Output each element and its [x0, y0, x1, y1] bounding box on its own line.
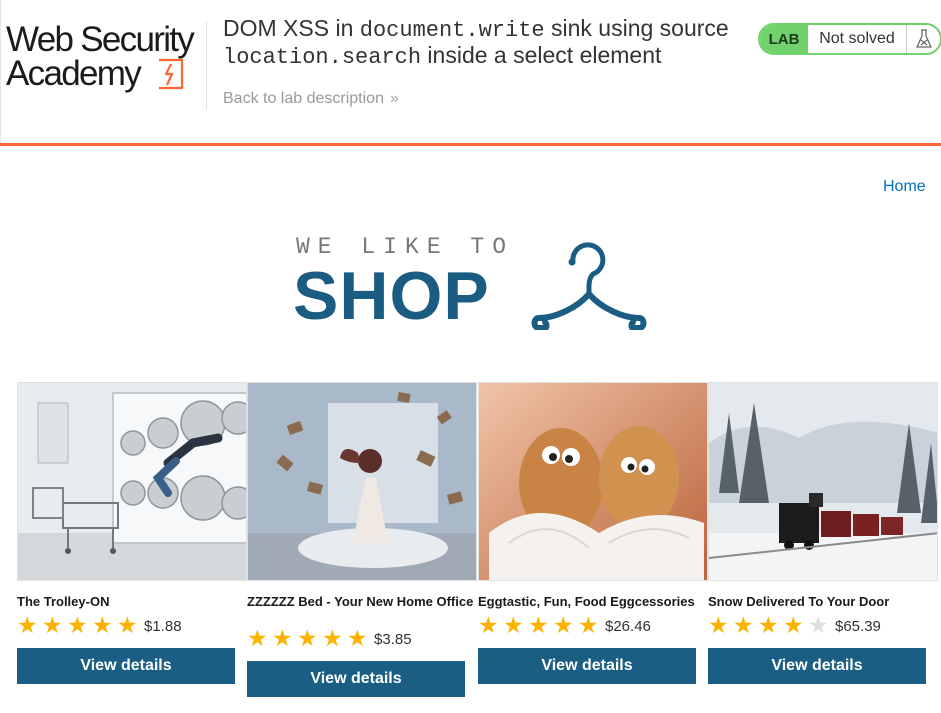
- hanger-icon: [531, 242, 647, 330]
- header-accent-rule: [0, 143, 941, 146]
- header-divider: [206, 22, 207, 110]
- star-rating: ★ ★ ★ ★ ★: [17, 612, 142, 638]
- star-icon: ★: [578, 612, 599, 638]
- product-image-bed[interactable]: [247, 382, 477, 581]
- web-security-academy-logo[interactable]: Web Security Academy: [6, 22, 206, 94]
- star-rating: ★ ★ ★ ★ ★: [708, 612, 833, 638]
- product-image-trolley[interactable]: [17, 382, 247, 581]
- lab-badge: LAB: [760, 25, 808, 53]
- lab-title-code-1: document.write: [359, 18, 545, 43]
- star-icon: ★: [733, 612, 754, 638]
- lab-title: DOM XSS in document.write sink using sou…: [223, 15, 753, 71]
- product-card: ZZZZZZ Bed - Your New Home Office ★ ★ ★ ★ ★ …: [247, 382, 477, 697]
- back-link-label: Back to lab description: [223, 90, 384, 107]
- view-details-button[interactable]: View details: [247, 661, 465, 697]
- lab-status-widget: LAB Not solved: [758, 23, 941, 55]
- lab-title-text-1: DOM XSS in: [223, 15, 360, 41]
- star-icon: ★: [708, 612, 729, 638]
- lab-title-text-3: inside a select element: [421, 42, 662, 68]
- product-image-eggs[interactable]: [478, 382, 708, 581]
- academy-header: Web Security Academy DOM XSS in document…: [0, 0, 941, 143]
- star-rating: ★ ★ ★ ★ ★: [247, 625, 372, 651]
- product-name: Eggtastic, Fun, Food Eggcessories: [478, 594, 695, 609]
- star-icon: ★: [347, 625, 368, 651]
- product-name: Snow Delivered To Your Door: [708, 594, 890, 609]
- product-name: The Trolley-ON: [17, 594, 110, 609]
- lightning-bracket-icon: [159, 58, 184, 90]
- product-rating-row: ★ ★ ★ ★ ★ $65.39: [708, 612, 938, 638]
- star-icon: ★: [117, 612, 138, 638]
- product-rating-row: ★ ★ ★ ★ ★ $26.46: [478, 612, 708, 638]
- star-empty-icon: ★: [808, 612, 829, 638]
- logo-line-1: Web Security: [6, 20, 195, 59]
- product-price: $1.88: [144, 618, 182, 635]
- shop-banner: WE LIKE TO SHOP: [293, 234, 656, 334]
- product-card: Snow Delivered To Your Door ★ ★ ★ ★ ★ $65.39…: [708, 382, 938, 684]
- lab-title-text-2: sink using source: [544, 15, 729, 41]
- product-price: $3.85: [374, 631, 412, 648]
- star-rating: ★ ★ ★ ★ ★: [478, 612, 603, 638]
- double-chevron-right-icon: »: [389, 90, 399, 107]
- star-icon: ★: [297, 625, 318, 651]
- flask-icon: [907, 25, 940, 53]
- star-icon: ★: [17, 612, 38, 638]
- star-icon: ★: [783, 612, 804, 638]
- product-card: The Trolley-ON ★ ★ ★ ★ ★ $1.88 View details: [17, 382, 247, 684]
- product-image-snow-train[interactable]: [708, 382, 938, 581]
- product-grid: The Trolley-ON ★ ★ ★ ★ ★ $1.88 View details: [0, 382, 941, 713]
- view-details-button[interactable]: View details: [478, 648, 696, 684]
- view-details-button[interactable]: View details: [17, 648, 235, 684]
- banner-shop-text: SHOP: [293, 258, 490, 334]
- lab-status-text: Not solved: [808, 25, 907, 53]
- product-card: Eggtastic, Fun, Food Eggcessories ★ ★ ★ ★ ★ …: [478, 382, 708, 684]
- lab-title-code-2: location.search: [223, 45, 422, 70]
- product-price: $65.39: [835, 618, 881, 635]
- star-icon: ★: [247, 625, 268, 651]
- star-icon: ★: [67, 612, 88, 638]
- product-name: ZZZZZZ Bed - Your New Home Office: [247, 594, 474, 609]
- product-rating-row: ★ ★ ★ ★ ★ $1.88: [17, 612, 247, 638]
- star-icon: ★: [92, 612, 113, 638]
- star-icon: ★: [758, 612, 779, 638]
- star-icon: ★: [503, 612, 524, 638]
- view-details-button[interactable]: View details: [708, 648, 926, 684]
- star-icon: ★: [322, 625, 343, 651]
- back-to-lab-description-link[interactable]: Back to lab description »: [223, 90, 399, 108]
- star-icon: ★: [478, 612, 499, 638]
- star-icon: ★: [42, 612, 63, 638]
- product-price: $26.46: [605, 618, 651, 635]
- product-rating-row: ★ ★ ★ ★ ★ $3.85: [247, 625, 477, 651]
- star-icon: ★: [272, 625, 293, 651]
- star-icon: ★: [528, 612, 549, 638]
- star-icon: ★: [553, 612, 574, 638]
- logo-line-2: Academy: [6, 54, 142, 93]
- home-link[interactable]: Home: [883, 178, 926, 196]
